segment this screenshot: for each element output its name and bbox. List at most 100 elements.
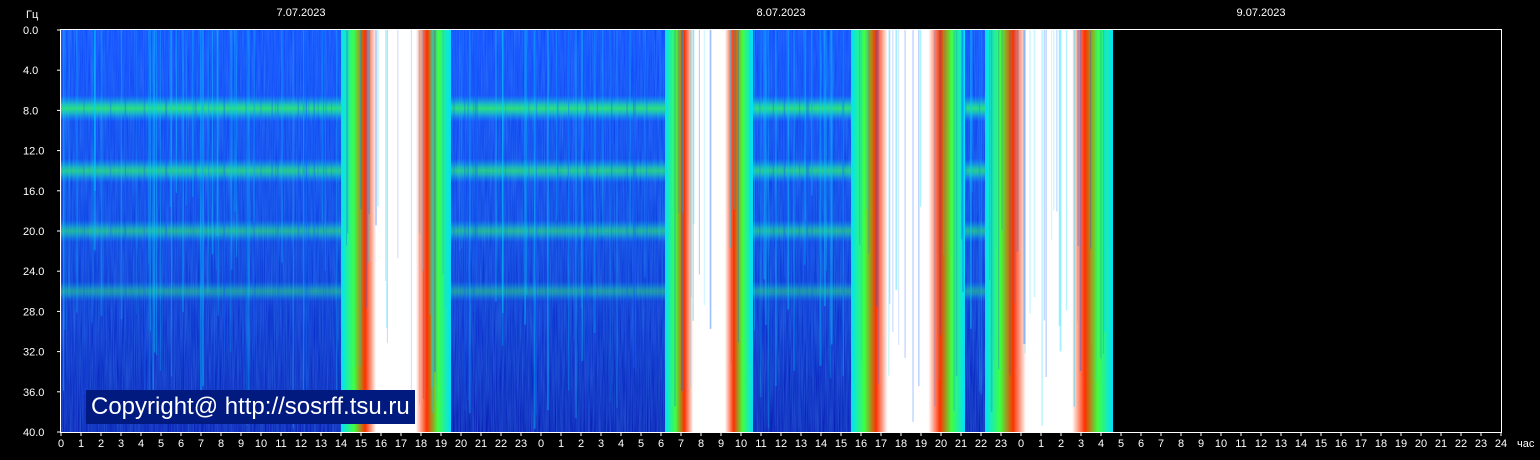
x-tick-label: 4 (138, 438, 144, 450)
noise-streak (211, 30, 214, 255)
noise-streak (775, 30, 777, 387)
x-tick-label: 0 (1018, 438, 1024, 450)
noise-streak (953, 30, 955, 412)
noise-streak (297, 30, 300, 240)
noise-streak (703, 30, 705, 306)
noise-streak (321, 30, 323, 221)
x-tick-label: 0 (538, 438, 544, 450)
date-labels: 7.07.2023 8.07.2023 9.07.2023 (277, 7, 1286, 19)
x-tick-label: 2 (98, 438, 104, 450)
noise-streak (148, 30, 151, 425)
noise-streak (200, 30, 202, 416)
x-axis-unit-label: час (1517, 438, 1535, 450)
noise-streak (819, 30, 822, 366)
noise-streak (939, 30, 942, 335)
x-tick-label: 24 (1495, 438, 1507, 450)
x-tick-label: 12 (295, 438, 307, 450)
noise-streak (494, 30, 497, 302)
noise-streak (253, 30, 256, 222)
noise-streak (868, 30, 870, 254)
noise-streak (502, 30, 504, 314)
noise-streak (248, 30, 250, 417)
x-tick-label: 16 (1335, 438, 1347, 450)
x-tick-label: 1 (78, 438, 84, 450)
noise-streak (64, 30, 66, 330)
noise-streak (472, 30, 475, 312)
noise-streak (83, 30, 85, 395)
noise-streak (611, 30, 613, 282)
noise-streak (207, 30, 209, 293)
noise-streak (194, 30, 197, 198)
noise-streak (185, 30, 187, 206)
noise-streak (135, 30, 137, 314)
noise-streak (730, 30, 732, 364)
noise-streak (799, 30, 801, 427)
noise-streak (526, 30, 528, 295)
x-tick-label: 20 (1415, 438, 1427, 450)
noise-streak (234, 30, 236, 212)
noise-streak (323, 30, 325, 429)
noise-streak (918, 30, 920, 387)
y-tick-label: 40.0 (23, 427, 44, 439)
noise-streak (920, 30, 922, 207)
noise-streak (629, 30, 631, 229)
noise-streak (990, 30, 993, 412)
noise-streak (1043, 30, 1045, 321)
noise-streak (588, 30, 590, 411)
noise-streak (214, 30, 216, 391)
noise-streak (1033, 30, 1036, 298)
noise-streak (943, 30, 945, 255)
x-tick-label: 5 (1118, 438, 1124, 450)
noise-streak (313, 30, 316, 287)
noise-streak (223, 30, 226, 351)
noise-streak (955, 30, 958, 376)
x-tick-label: 6 (178, 438, 184, 450)
x-tick-label: 15 (1315, 438, 1327, 450)
noise-streak (308, 30, 310, 326)
noise-streak (949, 30, 950, 273)
x-tick-label: 22 (495, 438, 507, 450)
x-tick-label: 3 (598, 438, 604, 450)
y-tick-label: 4.0 (23, 65, 38, 77)
noise-streak (535, 30, 538, 416)
noise-streak (602, 30, 604, 236)
noise-streak (100, 30, 103, 316)
noise-streak (767, 30, 769, 429)
copyright-watermark: Copyright@ http://sosrff.tsu.ru (86, 390, 415, 424)
noise-streak (458, 30, 461, 252)
noise-streak (1045, 30, 1047, 377)
noise-streak (808, 30, 810, 216)
noise-streak (1095, 30, 1097, 381)
noise-streak (368, 30, 370, 214)
noise-streak (644, 30, 646, 278)
noise-streak (993, 30, 995, 361)
x-tick-label: 17 (875, 438, 887, 450)
noise-streak (632, 30, 635, 369)
noise-streak (469, 30, 471, 414)
x-tick-label: 10 (735, 438, 747, 450)
x-tick-label: 21 (955, 438, 967, 450)
noise-streak (62, 30, 65, 391)
noise-streak (109, 30, 112, 249)
y-tick-label: 36.0 (23, 387, 44, 399)
noise-streak (1041, 30, 1043, 426)
noise-streak (969, 30, 972, 329)
x-tick-label: 4 (618, 438, 624, 450)
x-tick-label: 3 (1078, 438, 1084, 450)
x-tick-label: 9 (1198, 438, 1204, 450)
noise-streak (961, 30, 963, 240)
noise-streak (305, 30, 308, 410)
noise-streak (754, 30, 755, 331)
noise-streak (971, 30, 973, 193)
noise-streak (275, 30, 277, 266)
noise-streak (904, 30, 907, 358)
x-tick-label: 0 (58, 438, 64, 450)
noise-streak (681, 30, 683, 391)
x-tick-label: 8 (1178, 438, 1184, 450)
noise-streak (434, 30, 436, 373)
x-tick-label: 6 (658, 438, 664, 450)
noise-streak (759, 30, 762, 397)
x-tick-label: 21 (1435, 438, 1447, 450)
x-tick-label: 15 (835, 438, 847, 450)
noise-streak (737, 30, 739, 343)
